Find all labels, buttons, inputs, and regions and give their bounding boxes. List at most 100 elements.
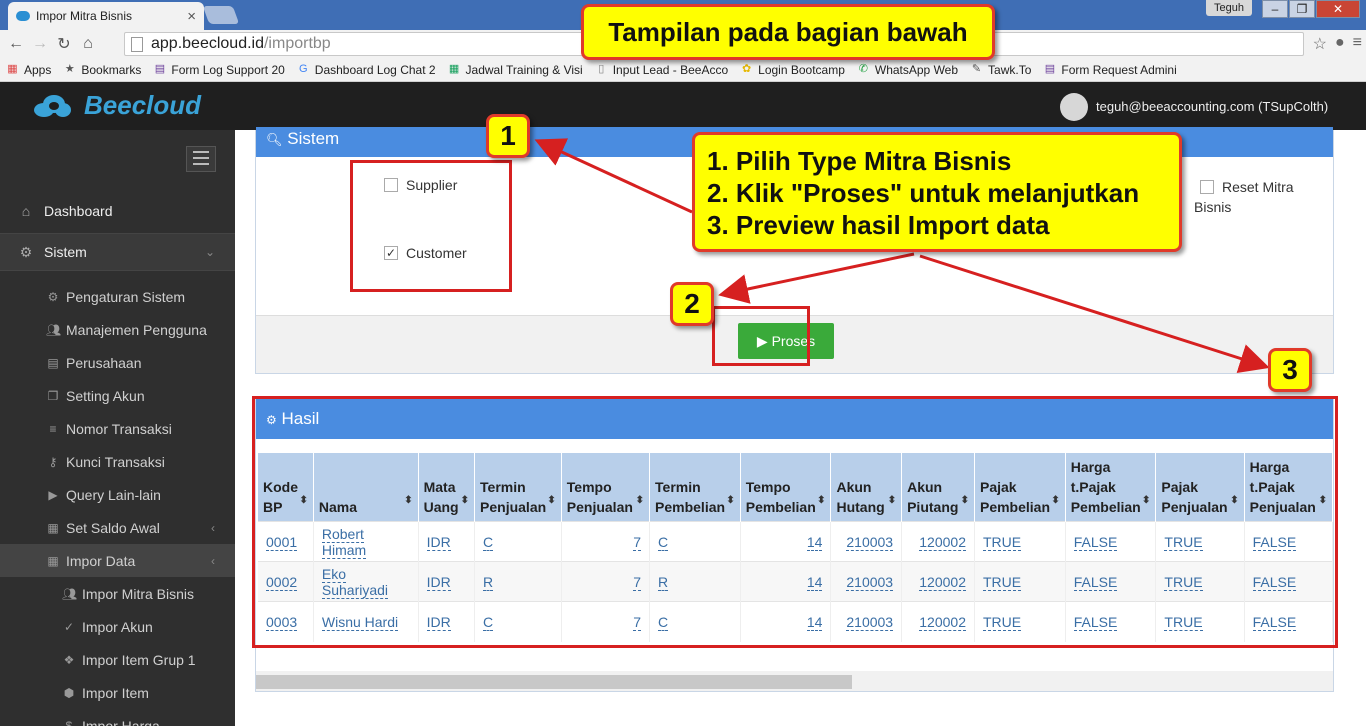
- beecloud-logo-icon: [34, 95, 71, 117]
- sidebar-item-label: Kunci Transaksi: [66, 453, 165, 470]
- whatsapp-icon: ✆: [858, 63, 868, 75]
- brand-name[interactable]: Beecloud: [84, 90, 201, 121]
- sidebar-item-label: Impor Item Grup 1: [82, 651, 196, 668]
- url-path: /importbp: [263, 35, 331, 52]
- sidebar-subitem-impor-mitra-bisnis[interactable]: 👥︎ Impor Mitra Bisnis: [0, 577, 235, 610]
- bee-icon: ✿: [742, 63, 752, 75]
- bookmark-item[interactable]: ▯ Input Lead - BeeAcco: [595, 63, 728, 77]
- sheet-icon: ▦: [448, 63, 460, 75]
- home-button-icon[interactable]: ⌂: [76, 35, 100, 53]
- bookmark-item[interactable]: ▦ Jadwal Training & Visi: [448, 63, 583, 77]
- sidebar-subitem-impor-harga[interactable]: $ Impor Harga: [0, 709, 235, 726]
- sidebar-item-label: Sistem: [44, 244, 87, 260]
- sidebar-item-label: Query Lain-lain: [66, 486, 161, 503]
- sidebar-subitem-impor-akun[interactable]: ✓ Impor Akun: [0, 610, 235, 643]
- key-icon: ⚷: [48, 454, 58, 469]
- sidebar-subitem-impor-data[interactable]: ▦ Impor Data ‹: [0, 544, 235, 577]
- user-email[interactable]: teguh@beeaccounting.com (TSupColth): [1096, 99, 1328, 114]
- tab-close-icon[interactable]: ×: [187, 8, 196, 25]
- step-badge-1: 1: [486, 114, 530, 158]
- bookmark-label: Form Log Support 20: [171, 62, 285, 77]
- sidebar-subitem-setting-akun[interactable]: ❐ Setting Akun: [0, 379, 235, 412]
- table-icon: ▦: [47, 520, 59, 535]
- search-icon: 🔍︎: [266, 132, 283, 147]
- reset-mitra-checkbox-row[interactable]: Reset Mitra Bisnis: [1194, 177, 1294, 217]
- steps-callout: 1. Pilih Type Mitra Bisnis 2. Klik "Pros…: [692, 132, 1182, 252]
- avatar[interactable]: [1060, 93, 1088, 121]
- chrome-menu-icon[interactable]: ≡: [1353, 34, 1362, 54]
- reload-icon[interactable]: ↻: [52, 34, 76, 54]
- bookmark-item[interactable]: ✿ Login Bootcamp: [740, 63, 845, 77]
- star-icon: ★: [64, 63, 75, 75]
- browser-tab-active[interactable]: Impor Mitra Bisnis ×: [8, 2, 204, 30]
- chevron-left-icon: ‹: [211, 520, 215, 535]
- users-icon: 👥︎: [46, 322, 62, 337]
- sidebar-item-label: Dashboard: [44, 203, 113, 219]
- sidebar-item-label: Impor Data: [66, 552, 136, 569]
- sidebar-item-label: Impor Harga: [82, 717, 160, 726]
- google-icon: G: [299, 63, 308, 75]
- bookmark-item[interactable]: G Dashboard Log Chat 2: [297, 63, 436, 77]
- sidebar: ⌂ Dashboard ⚙ Sistem ⌄ ⚙ Pengaturan Siste…: [0, 130, 235, 726]
- sidebar-subitem-nomor-transaksi[interactable]: ≡ Nomor Transaksi: [0, 412, 235, 445]
- sidebar-item-label: Setting Akun: [66, 387, 145, 404]
- sidebar-subitem-perusahaan[interactable]: ▤ Perusahaan: [0, 346, 235, 379]
- bookmark-label: Dashboard Log Chat 2: [314, 62, 436, 77]
- sidebar-item-label: Pengaturan Sistem: [66, 288, 186, 305]
- new-tab-button[interactable]: [202, 6, 240, 24]
- bookmark-label: Bookmarks: [81, 62, 142, 77]
- scrollbar-thumb[interactable]: [256, 675, 852, 689]
- page-icon: ▯: [598, 63, 605, 75]
- sidebar-item-sistem[interactable]: ⚙ Sistem ⌄: [0, 233, 235, 271]
- sidebar-subitem-pengaturan-sistem[interactable]: ⚙ Pengaturan Sistem: [0, 280, 235, 313]
- bookmark-item[interactable]: ✎ Tawk.To: [970, 63, 1031, 77]
- reset-mitra-label: Reset Mitra: [1222, 179, 1294, 195]
- sidebar-subitem-set-saldo-awal[interactable]: ▦ Set Saldo Awal ‹: [0, 511, 235, 544]
- maximize-icon[interactable]: ❐: [1289, 0, 1315, 18]
- reset-mitra-checkbox[interactable]: [1200, 180, 1214, 194]
- table-icon: ▦: [47, 553, 59, 568]
- horizontal-scrollbar[interactable]: [256, 671, 1333, 691]
- back-arrow-icon[interactable]: ←: [4, 35, 28, 53]
- bookmark-item[interactable]: ★ Bookmarks: [63, 63, 141, 77]
- home-icon: ⌂: [21, 203, 31, 219]
- top-note-callout: Tampilan pada bagian bawah: [581, 4, 995, 60]
- cubes-icon: ⬢: [63, 685, 75, 700]
- app-header: Beecloud teguh@beeaccounting.com (TSupCo…: [0, 82, 1366, 130]
- sidebar-item-label: Perusahaan: [66, 354, 142, 371]
- bookmark-item[interactable]: ▤ Form Log Support 20: [153, 62, 285, 77]
- highlight-box-proses: [712, 306, 810, 366]
- bookmark-star-icon[interactable]: ☆: [1313, 34, 1327, 54]
- forward-arrow-icon[interactable]: →: [28, 35, 52, 53]
- sidebar-subitem-query-lain-lain[interactable]: ▶ Query Lain-lain: [0, 478, 235, 511]
- profile-icon[interactable]: ●: [1335, 34, 1345, 54]
- sidebar-subitem-impor-item-grup-1[interactable]: ❖ Impor Item Grup 1: [0, 643, 235, 676]
- dollar-icon: $: [65, 718, 73, 726]
- form-icon: ▤: [154, 63, 166, 75]
- bookmark-label: WhatsApp Web: [874, 62, 959, 77]
- sidebar-item-label: Nomor Transaksi: [66, 420, 172, 437]
- bookmark-label: Input Lead - BeeAcco: [612, 62, 729, 77]
- sidebar-subitem-manajemen-pengguna[interactable]: 👥︎ Manajemen Pengguna: [0, 313, 235, 346]
- play-icon: ▶: [48, 487, 58, 502]
- bookmark-item[interactable]: ▤ Form Request Admini: [1043, 63, 1177, 77]
- list-icon: ≡: [49, 421, 57, 436]
- window-profile-label[interactable]: Teguh: [1206, 0, 1252, 16]
- minimize-icon[interactable]: –: [1262, 0, 1288, 18]
- form-icon: ▤: [1044, 63, 1056, 75]
- bookmark-item[interactable]: ▦ Apps: [6, 63, 51, 77]
- chevron-left-icon: ‹: [211, 553, 215, 568]
- gear-icon: ⚙: [47, 289, 59, 304]
- sidebar-subitem-kunci-transaksi[interactable]: ⚷ Kunci Transaksi: [0, 445, 235, 478]
- sistem-panel-title: Sistem: [287, 129, 340, 148]
- dropbox-icon: ❖: [63, 652, 75, 667]
- chevron-down-icon: ⌄: [204, 245, 215, 259]
- sidebar-item-dashboard[interactable]: ⌂ Dashboard: [0, 192, 235, 230]
- close-window-icon[interactable]: ✕: [1316, 0, 1360, 18]
- sidebar-toggle-icon[interactable]: [186, 146, 216, 172]
- bookmark-label: Jadwal Training & Visi: [465, 62, 583, 77]
- sidebar-subitem-impor-item[interactable]: ⬢ Impor Item: [0, 676, 235, 709]
- bookmark-item[interactable]: ✆ WhatsApp Web: [857, 63, 958, 77]
- sidebar-item-label: Impor Mitra Bisnis: [82, 585, 195, 602]
- sidebar-item-label: Impor Item: [82, 684, 149, 701]
